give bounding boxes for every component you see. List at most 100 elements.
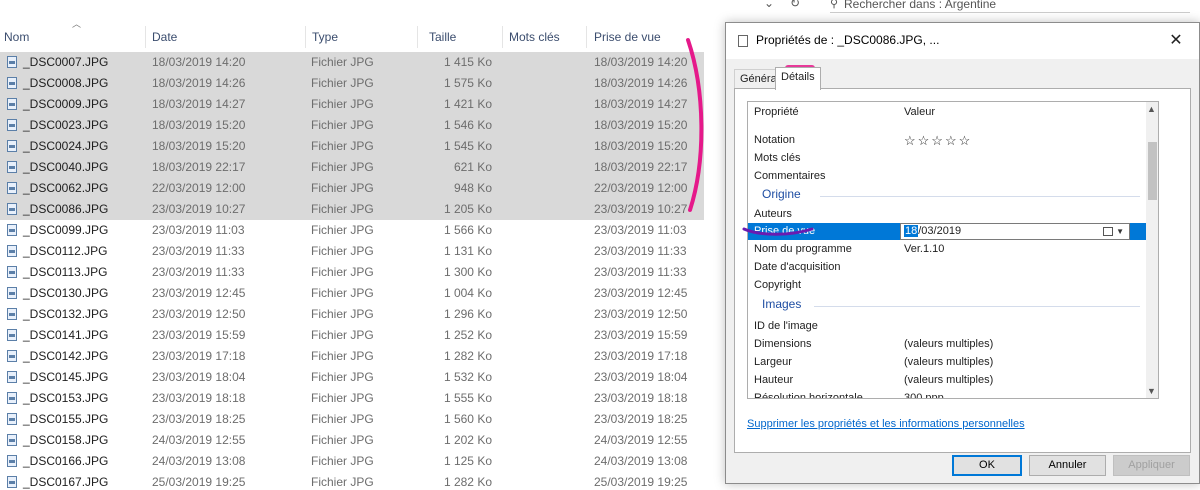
column-header-tags[interactable]: Mots clés bbox=[505, 26, 587, 48]
properties-dialog: Propriétés de : _DSC0086.JPG, ... ✕ Géné… bbox=[725, 22, 1200, 484]
file-name-text: _DSC0130.JPG bbox=[23, 286, 109, 300]
cancel-button[interactable]: Annuler bbox=[1029, 455, 1106, 476]
table-row[interactable]: _DSC0130.JPG 23/03/2019 12:45 Fichier JPG 1… bbox=[0, 283, 704, 304]
property-row[interactable]: ID de l'image bbox=[748, 318, 1146, 335]
file-type: Fichier JPG bbox=[311, 223, 374, 237]
file-type: Fichier JPG bbox=[311, 370, 374, 384]
file-size: 948 Ko bbox=[453, 181, 492, 195]
table-row[interactable]: _DSC0145.JPG 23/03/2019 18:04 Fichier JPG 1… bbox=[0, 367, 704, 388]
property-name: Date d'acquisition bbox=[754, 261, 841, 273]
column-header-taken[interactable]: Prise de vue bbox=[590, 26, 704, 48]
scroll-thumb[interactable] bbox=[1148, 142, 1157, 200]
close-button[interactable]: ✕ bbox=[1166, 31, 1186, 51]
table-row[interactable]: _DSC0112.JPG 23/03/2019 11:33 Fichier JPG 1… bbox=[0, 241, 704, 262]
section-divider bbox=[814, 306, 1140, 307]
file-name: _DSC0166.JPG bbox=[7, 451, 147, 472]
file-type: Fichier JPG bbox=[311, 286, 374, 300]
property-name: Résolution horizontale bbox=[754, 392, 863, 399]
file-name-text: _DSC0166.JPG bbox=[23, 454, 109, 468]
scroll-down-icon[interactable]: ▼ bbox=[1147, 386, 1156, 396]
file-date: 22/03/2019 12:00 bbox=[152, 181, 246, 195]
table-row[interactable]: _DSC0142.JPG 23/03/2019 17:18 Fichier JPG 1… bbox=[0, 346, 704, 367]
column-header-date[interactable]: Date bbox=[148, 26, 306, 48]
property-row[interactable]: Auteurs bbox=[748, 206, 1146, 223]
table-row[interactable]: _DSC0099.JPG 23/03/2019 11:03 Fichier JPG 1… bbox=[0, 220, 704, 241]
table-row[interactable]: _DSC0158.JPG 24/03/2019 12:55 Fichier JPG 1… bbox=[0, 430, 704, 451]
image-file-icon bbox=[7, 56, 17, 68]
property-value: (valeurs multiples) bbox=[904, 374, 994, 386]
file-date-taken: 23/03/2019 11:33 bbox=[594, 244, 687, 258]
dialog-tabs: Général Détails bbox=[734, 67, 1194, 90]
property-row[interactable]: Dimensions (valeurs multiples) bbox=[748, 336, 1146, 353]
search-input[interactable]: ⚲ Rechercher dans : Argentine bbox=[830, 0, 1190, 13]
property-row[interactable]: Mots clés bbox=[748, 150, 1146, 167]
refresh-icon[interactable]: ↻ bbox=[790, 0, 800, 10]
property-row-date-taken[interactable]: Prise de vue 18/03/2019 ▼ bbox=[748, 223, 1146, 240]
file-type: Fichier JPG bbox=[311, 475, 374, 489]
file-type: Fichier JPG bbox=[311, 328, 374, 342]
table-row[interactable]: _DSC0113.JPG 23/03/2019 11:33 Fichier JPG 1… bbox=[0, 262, 704, 283]
table-row[interactable]: _DSC0153.JPG 23/03/2019 18:18 Fichier JPG 1… bbox=[0, 388, 704, 409]
tab-details[interactable]: Détails bbox=[775, 67, 821, 90]
table-row[interactable]: _DSC0023.JPG 18/03/2019 15:20 Fichier JPG 1… bbox=[0, 115, 704, 136]
file-size: 1 205 Ko bbox=[443, 202, 492, 216]
property-row-rating[interactable]: Notation ☆☆☆☆☆ bbox=[748, 132, 1146, 149]
property-row[interactable]: Copyright bbox=[748, 277, 1146, 294]
file-date-taken: 23/03/2019 11:03 bbox=[594, 223, 687, 237]
file-type: Fichier JPG bbox=[311, 391, 374, 405]
file-name: _DSC0007.JPG bbox=[7, 52, 147, 73]
table-row[interactable]: _DSC0008.JPG 18/03/2019 14:26 Fichier JPG 1… bbox=[0, 73, 704, 94]
file-name-text: _DSC0024.JPG bbox=[23, 139, 109, 153]
scroll-up-icon[interactable]: ▲ bbox=[1147, 104, 1156, 114]
table-row[interactable]: _DSC0132.JPG 23/03/2019 12:50 Fichier JPG 1… bbox=[0, 304, 704, 325]
table-row[interactable]: _DSC0166.JPG 24/03/2019 13:08 Fichier JPG 1… bbox=[0, 451, 704, 472]
calendar-icon[interactable] bbox=[1103, 227, 1113, 236]
file-date: 23/03/2019 17:18 bbox=[152, 349, 246, 363]
file-date-taken: 24/03/2019 12:55 bbox=[594, 433, 688, 447]
remove-properties-link[interactable]: Supprimer les propriétés et les informat… bbox=[747, 418, 1025, 430]
apply-button[interactable]: Appliquer bbox=[1113, 455, 1190, 476]
property-name: Commentaires bbox=[754, 170, 826, 182]
column-header-name[interactable]: Nom bbox=[0, 26, 146, 48]
property-row[interactable]: Résolution horizontale 300 ppp bbox=[748, 390, 1146, 399]
property-row[interactable]: Nom du programme Ver.1.10 bbox=[748, 241, 1146, 258]
file-name: _DSC0130.JPG bbox=[7, 283, 147, 304]
file-name: _DSC0132.JPG bbox=[7, 304, 147, 325]
table-row[interactable]: _DSC0167.JPG 25/03/2019 19:25 Fichier JPG 1… bbox=[0, 472, 704, 490]
table-row[interactable]: _DSC0009.JPG 18/03/2019 14:27 Fichier JPG 1… bbox=[0, 94, 704, 115]
value-column-header[interactable]: Valeur bbox=[904, 106, 935, 118]
file-name-text: _DSC0009.JPG bbox=[23, 97, 109, 111]
date-taken-field[interactable]: 18/03/2019 ▼ bbox=[900, 223, 1130, 240]
file-name-text: _DSC0141.JPG bbox=[23, 328, 109, 342]
file-type: Fichier JPG bbox=[311, 55, 374, 69]
table-row[interactable]: _DSC0007.JPG 18/03/2019 14:20 Fichier JPG 1… bbox=[0, 52, 704, 73]
table-row[interactable]: _DSC0141.JPG 23/03/2019 15:59 Fichier JPG 1… bbox=[0, 325, 704, 346]
column-header-type[interactable]: Type bbox=[308, 26, 418, 48]
file-type: Fichier JPG bbox=[311, 202, 374, 216]
property-row[interactable]: Date d'acquisition bbox=[748, 259, 1146, 276]
property-row[interactable]: Hauteur (valeurs multiples) bbox=[748, 372, 1146, 389]
table-row[interactable]: _DSC0040.JPG 18/03/2019 22:17 Fichier JPG 6… bbox=[0, 157, 704, 178]
file-name: _DSC0153.JPG bbox=[7, 388, 147, 409]
file-name: _DSC0113.JPG bbox=[7, 262, 147, 283]
file-date-taken: 23/03/2019 15:59 bbox=[594, 328, 688, 342]
image-file-icon bbox=[7, 329, 17, 341]
file-rows: _DSC0007.JPG 18/03/2019 14:20 Fichier JPG 1… bbox=[0, 52, 704, 490]
property-column-header[interactable]: Propriété bbox=[754, 106, 799, 118]
table-row[interactable]: _DSC0086.JPG 23/03/2019 10:27 Fichier JPG 1… bbox=[0, 199, 704, 220]
chevron-down-icon[interactable]: ▼ bbox=[1116, 224, 1124, 239]
ok-button[interactable]: OK bbox=[952, 455, 1022, 476]
file-size: 1 202 Ko bbox=[443, 433, 492, 447]
chevron-down-icon[interactable]: ⌄ bbox=[764, 0, 774, 10]
table-row[interactable]: _DSC0062.JPG 22/03/2019 12:00 Fichier JPG 9… bbox=[0, 178, 704, 199]
vertical-scrollbar[interactable]: ▲ ▼ bbox=[1146, 102, 1158, 398]
star-rating-icon[interactable]: ☆☆☆☆☆ bbox=[904, 132, 972, 149]
property-row[interactable]: Commentaires bbox=[748, 168, 1146, 185]
property-row[interactable]: Largeur (valeurs multiples) bbox=[748, 354, 1146, 371]
file-name: _DSC0062.JPG bbox=[7, 178, 147, 199]
table-row[interactable]: _DSC0155.JPG 23/03/2019 18:25 Fichier JPG 1… bbox=[0, 409, 704, 430]
file-name-text: _DSC0099.JPG bbox=[23, 223, 109, 237]
details-panel: Propriété Valeur Notation ☆☆☆☆☆ Mots clé… bbox=[734, 88, 1191, 453]
table-row[interactable]: _DSC0024.JPG 18/03/2019 15:20 Fichier JPG 1… bbox=[0, 136, 704, 157]
column-header-size[interactable]: Taille bbox=[425, 26, 503, 48]
